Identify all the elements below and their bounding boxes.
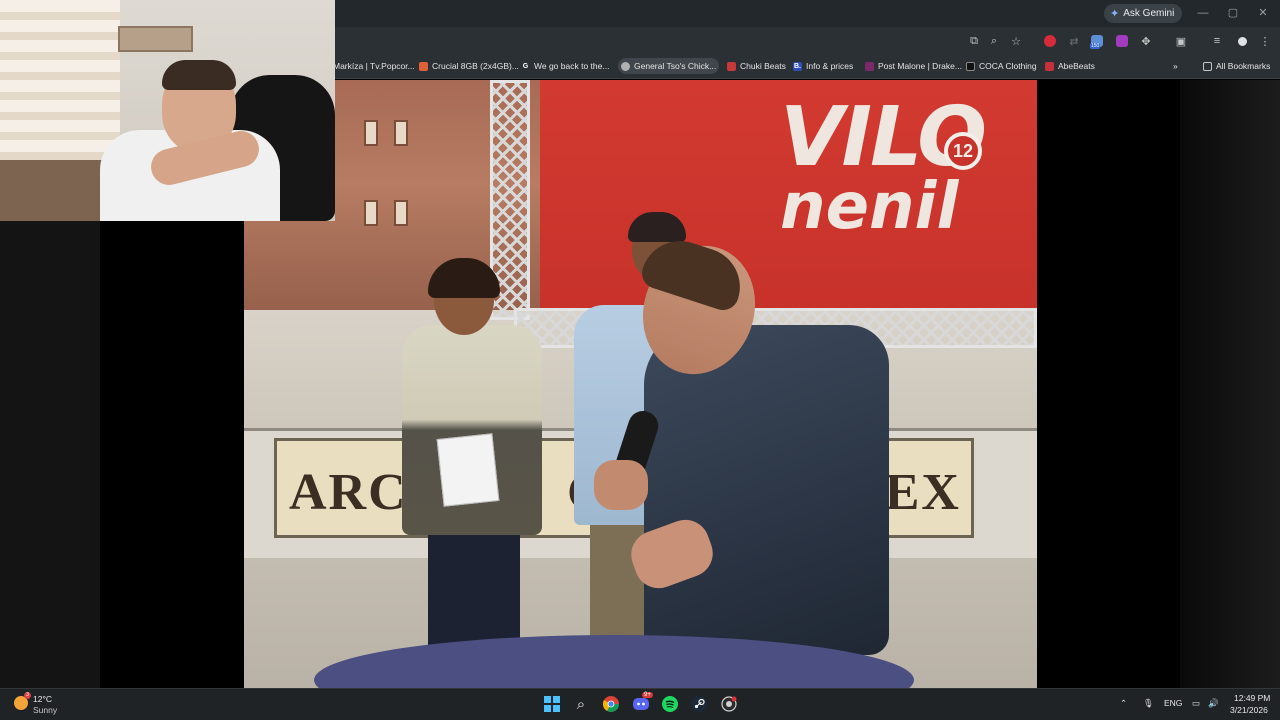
- minimize-button[interactable]: —: [1188, 4, 1218, 22]
- bookmark-item[interactable]: COCA Clothing: [963, 58, 1040, 74]
- steam-icon[interactable]: [690, 695, 708, 713]
- maximize-button[interactable]: ▢: [1218, 4, 1248, 22]
- microphone-tray-icon[interactable]: 🎙: [1143, 698, 1154, 709]
- bookmark-item[interactable]: General Tso's Chick...: [618, 58, 720, 74]
- info-favicon-icon: B.: [793, 61, 802, 71]
- building-window: [394, 200, 408, 226]
- discord-notification-badge: 9+: [642, 692, 653, 698]
- bookmark-label: Chuki Beats: [740, 61, 786, 71]
- extension-purple-icon[interactable]: [1116, 35, 1128, 47]
- abebeats-favicon-icon: [1045, 61, 1054, 71]
- bookmark-label: Markíza | Tv.Popcor...: [333, 61, 415, 71]
- folder-icon: [1203, 61, 1212, 71]
- host-figure: [594, 460, 648, 510]
- bookmark-item[interactable]: AbeBeats: [1042, 58, 1098, 74]
- bookmark-label: COCA Clothing: [979, 61, 1037, 71]
- all-bookmarks-button[interactable]: All Bookmarks: [1200, 58, 1273, 74]
- video-banner: VILO nenil: [540, 80, 1037, 308]
- coca-favicon-icon: [966, 61, 975, 71]
- recipe-favicon-icon: [621, 61, 630, 71]
- chrome-icon[interactable]: [602, 695, 620, 713]
- start-menu-icon[interactable]: [543, 695, 561, 713]
- banner-age-badge: 12: [944, 132, 982, 170]
- bookmark-star-icon[interactable]: ☆: [1008, 33, 1024, 49]
- gemini-sparkle-icon: ✦: [1110, 8, 1120, 20]
- extension-badge: 150: [1090, 43, 1101, 49]
- building-window: [364, 200, 378, 226]
- close-button[interactable]: ✕: [1248, 4, 1278, 22]
- crucial-favicon-icon: [419, 61, 428, 71]
- building-window: [394, 120, 408, 146]
- network-icon[interactable]: ▭: [1192, 698, 1200, 709]
- webcam-window-blinds: [0, 0, 120, 170]
- ask-gemini-button[interactable]: ✦ Ask Gemini: [1104, 4, 1183, 23]
- zoom-icon[interactable]: ⌕: [986, 33, 1002, 49]
- video-right-pillarbox: [1180, 80, 1280, 688]
- recording-app-icon[interactable]: [720, 695, 738, 713]
- video-left-pillarbox: [0, 221, 100, 688]
- volume-icon[interactable]: 🔊: [1208, 698, 1219, 709]
- extension-red-icon[interactable]: [1044, 35, 1056, 47]
- bookmark-item[interactable]: Post Malone | Drake...: [862, 58, 965, 74]
- webcam-person: [162, 60, 236, 90]
- bookmark-item[interactable]: G We go back to the...: [518, 58, 612, 74]
- extension-arrows-icon[interactable]: ⇄: [1066, 33, 1082, 49]
- bookmark-item[interactable]: Crucial 8GB (2x4GB)...: [416, 58, 522, 74]
- bookmark-item[interactable]: B. Info & prices: [790, 58, 856, 74]
- webcam-overlay: [0, 0, 335, 221]
- show-hidden-icons-chevron-icon[interactable]: ⌃: [1120, 698, 1127, 709]
- extensions-puzzle-icon[interactable]: ✥: [1138, 33, 1154, 49]
- language-indicator[interactable]: ENG: [1164, 698, 1182, 708]
- post-malone-favicon-icon: [865, 61, 874, 71]
- banner-logo-text: nenil: [780, 170, 959, 244]
- google-favicon-icon: G: [521, 61, 530, 71]
- video-frame[interactable]: VILO nenil 12 ARCH GI EX: [244, 80, 1037, 688]
- webcam-shelf: [118, 26, 193, 52]
- all-bookmarks-label: All Bookmarks: [1216, 61, 1271, 71]
- bookmark-label: General Tso's Chick...: [634, 61, 717, 71]
- girl-figure: [428, 530, 520, 652]
- weather-badge: 3: [24, 692, 31, 699]
- reading-list-icon[interactable]: ≡: [1209, 33, 1225, 49]
- bookmark-item[interactable]: Chuki Beats: [724, 58, 789, 74]
- search-icon[interactable]: ⌕: [572, 695, 590, 713]
- weather-temperature[interactable]: 12°C: [33, 694, 52, 704]
- bookmarks-overflow-button[interactable]: »: [1170, 58, 1181, 74]
- chuki-favicon-icon: [727, 61, 736, 71]
- bookmark-label: AbeBeats: [1058, 61, 1095, 71]
- bookmark-item[interactable]: Markíza | Tv.Popcor...: [330, 58, 418, 74]
- bookmark-label: We go back to the...: [534, 61, 610, 71]
- install-app-icon[interactable]: ⧉: [966, 33, 982, 49]
- building-window: [364, 120, 378, 146]
- spotify-icon[interactable]: [661, 695, 679, 713]
- clock-date[interactable]: 3/21/2026: [1230, 705, 1268, 715]
- clock-time[interactable]: 12:49 PM: [1234, 693, 1270, 703]
- bookmark-label: Crucial 8GB (2x4GB)...: [432, 61, 519, 71]
- side-panel-icon[interactable]: ▣: [1173, 33, 1189, 49]
- bookmark-label: Info & prices: [806, 61, 854, 71]
- host-figure: [644, 325, 889, 655]
- paper-prop: [436, 433, 500, 507]
- bookmark-label: Post Malone | Drake...: [878, 61, 962, 71]
- weather-condition[interactable]: Sunny: [33, 705, 57, 715]
- sign-text: EX: [884, 464, 961, 521]
- browser-menu-icon[interactable]: ⋮: [1257, 33, 1273, 49]
- ask-gemini-label: Ask Gemini: [1123, 8, 1175, 19]
- profile-avatar[interactable]: [1236, 35, 1249, 48]
